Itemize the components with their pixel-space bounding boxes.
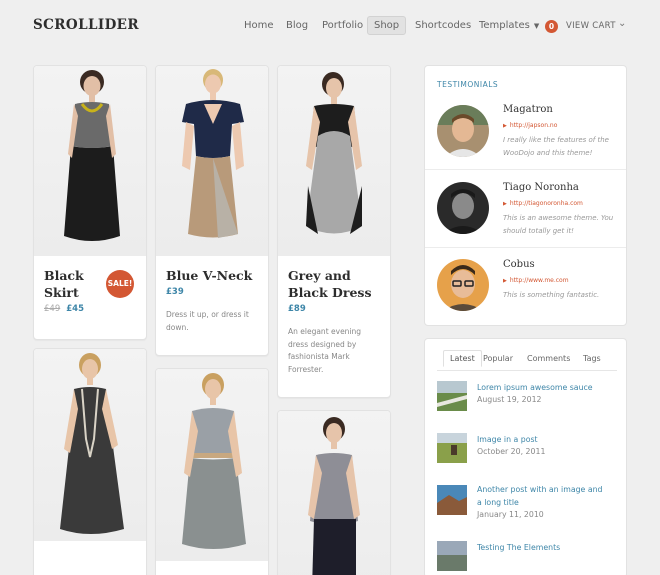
tab-popular[interactable]: Popular xyxy=(483,354,513,363)
product-image[interactable] xyxy=(278,66,390,256)
testimonial-quote: This is an awesome theme. You should tot… xyxy=(503,214,614,235)
product-price: £89 xyxy=(288,304,306,314)
testimonial-url[interactable]: http://tiagonoronha.com xyxy=(510,200,583,207)
post-title[interactable]: Testing The Elements xyxy=(477,541,607,554)
sale-price: £45 xyxy=(66,304,84,314)
product-card[interactable]: Grey and Black Dress £89 An elegant even… xyxy=(277,65,391,398)
post-title[interactable]: Another post with an image and a long ti… xyxy=(477,483,607,509)
nav-templates-label: Templates xyxy=(479,20,530,31)
product-title-line: Black xyxy=(44,268,84,283)
site-logo[interactable]: SCROLLIDER xyxy=(33,17,139,33)
product-card[interactable] xyxy=(33,348,147,575)
product-card[interactable] xyxy=(155,368,269,575)
list-item[interactable]: Testing The Elements xyxy=(425,539,626,575)
nav-blog[interactable]: Blog xyxy=(286,20,308,31)
testimonials-heading: TESTIMONIALS xyxy=(437,80,499,89)
product-title[interactable]: Black Skirt xyxy=(44,267,84,301)
avatar xyxy=(437,105,489,157)
testimonial-link[interactable]: ▶ http://japson.no xyxy=(503,122,557,129)
tab-tags[interactable]: Tags xyxy=(583,354,601,363)
testimonial-quote: I really like the features of the WooDoj… xyxy=(503,136,609,157)
post-thumbnail[interactable] xyxy=(437,381,467,411)
product-image[interactable] xyxy=(34,66,146,256)
post-date: January 11, 2010 xyxy=(477,510,544,519)
avatar xyxy=(437,182,489,234)
product-image[interactable] xyxy=(278,411,390,575)
testimonial-link[interactable]: ▶ http://tiagonoronha.com xyxy=(503,200,583,207)
nav-templates[interactable]: Templates ▼ xyxy=(479,20,539,31)
view-cart-link[interactable]: VIEW CART xyxy=(566,21,616,31)
arrow-right-icon: ▶ xyxy=(503,278,507,284)
testimonial-quote: This is something fantastic. xyxy=(503,291,600,299)
product-price: £49 £45 xyxy=(44,304,84,314)
testimonial-name: Cobus xyxy=(503,259,535,270)
testimonial-item: Cobus ▶ http://www.me.com This is somethi… xyxy=(425,247,626,325)
product-image[interactable] xyxy=(34,349,146,541)
product-card[interactable]: Black Skirt £49 £45 xyxy=(33,65,147,340)
post-title[interactable]: Image in a post xyxy=(477,433,607,446)
tab-bar: Latest Popular Comments Tags xyxy=(437,350,617,371)
product-card[interactable]: Blue V-Neck £39 Dress it up, or dress it… xyxy=(155,65,269,356)
product-price: £39 xyxy=(166,287,184,297)
list-item[interactable]: Lorem ipsum awesome sauce August 19, 201… xyxy=(425,379,626,421)
list-item[interactable]: Image in a post October 20, 2011 xyxy=(425,431,626,473)
testimonial-name: Magatron xyxy=(503,104,553,115)
tab-latest[interactable]: Latest xyxy=(443,350,482,367)
testimonial-item: Tiago Noronha ▶ http://tiagonoronha.com T… xyxy=(425,169,626,247)
old-price: £49 xyxy=(44,304,61,314)
post-title[interactable]: Lorem ipsum awesome sauce xyxy=(477,381,607,394)
post-thumbnail[interactable] xyxy=(437,433,467,463)
list-item[interactable]: Another post with an image and a long ti… xyxy=(425,483,626,533)
arrow-right-icon: ▶ xyxy=(503,201,507,207)
product-image[interactable] xyxy=(156,66,268,256)
nav-shortcodes[interactable]: Shortcodes xyxy=(415,20,471,31)
nav-shop[interactable]: Shop xyxy=(367,16,407,35)
post-date: August 19, 2012 xyxy=(477,395,542,404)
product-title-line: Grey and xyxy=(288,268,351,283)
product-description: An elegant evening dress designed by fas… xyxy=(288,327,362,374)
caret-down-icon: ▼ xyxy=(533,22,540,30)
tabs-widget: Latest Popular Comments Tags Lorem ipsum… xyxy=(424,338,627,575)
post-date: October 20, 2011 xyxy=(477,447,546,456)
product-title-line: Black Dress xyxy=(288,285,372,300)
nav-portfolio[interactable]: Portfolio xyxy=(322,20,363,31)
product-description: Dress it up, or dress it down. xyxy=(166,310,249,332)
testimonial-url[interactable]: http://www.me.com xyxy=(510,277,569,284)
sale-badge: SALE! xyxy=(106,270,134,298)
product-title[interactable]: Blue V-Neck xyxy=(166,267,252,284)
product-image[interactable] xyxy=(156,369,268,561)
product-card[interactable] xyxy=(277,410,391,575)
testimonials-widget: TESTIMONIALS Magatron ▶ http://japson.no … xyxy=(424,65,627,326)
chevron-down-icon[interactable]: ⌄ xyxy=(618,18,626,29)
avatar xyxy=(437,259,489,311)
testimonial-link[interactable]: ▶ http://www.me.com xyxy=(503,277,569,284)
tab-comments[interactable]: Comments xyxy=(527,354,570,363)
post-thumbnail[interactable] xyxy=(437,541,467,571)
nav-home[interactable]: Home xyxy=(244,20,274,31)
testimonial-name: Tiago Noronha xyxy=(503,182,579,193)
arrow-right-icon: ▶ xyxy=(503,123,507,129)
product-title[interactable]: Grey and Black Dress xyxy=(288,267,372,301)
testimonial-item: Magatron ▶ http://japson.no I really like… xyxy=(425,94,626,169)
testimonial-url[interactable]: http://japson.no xyxy=(510,122,558,129)
cart-count-badge[interactable]: 0 xyxy=(545,20,558,33)
product-title-line: Skirt xyxy=(44,285,79,300)
post-thumbnail[interactable] xyxy=(437,485,467,515)
